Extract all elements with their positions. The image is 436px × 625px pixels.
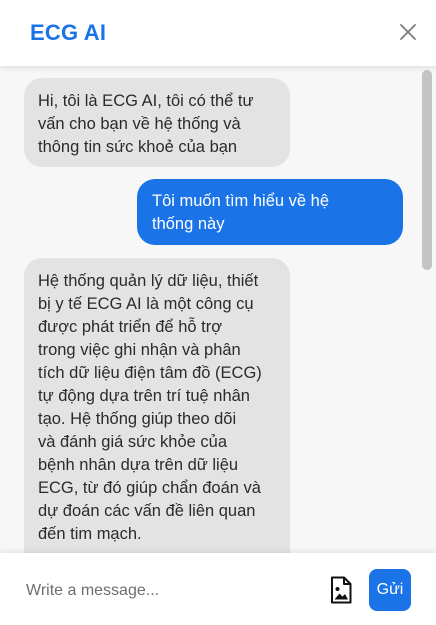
- message-line: thông tin sức khoẻ của bạn: [38, 138, 238, 156]
- message-list[interactable]: Hi, tôi là ECG AI, tôi có thể tư vấn cho…: [0, 66, 436, 553]
- message-line: Hệ thống quản lý dữ liệu, thiết: [38, 272, 259, 290]
- message-line: Hi, tôi là ECG AI, tôi có thể tư: [38, 92, 254, 110]
- message-line: ECG, từ đó giúp chẩn đoán và: [38, 479, 261, 497]
- message-input[interactable]: [24, 573, 308, 609]
- chat-title: ECG AI: [30, 20, 107, 45]
- message-line: vấn cho bạn về hệ thống và: [38, 115, 241, 133]
- close-icon[interactable]: [398, 22, 418, 42]
- message-line: tự động dựa trên trí tuệ nhân: [38, 387, 250, 405]
- message-line: tích dữ liệu điện tâm đồ (ECG): [38, 364, 262, 382]
- message-line: dự đoán các vấn đề liên quan: [38, 502, 256, 520]
- composer: Gửi: [0, 553, 436, 625]
- image-file-icon[interactable]: [329, 576, 353, 604]
- send-button[interactable]: Gửi: [369, 569, 411, 611]
- message-line: thống này: [152, 215, 225, 233]
- scrollbar-thumb[interactable]: [422, 70, 432, 270]
- message-line: được phát triển để hỗ trợ: [38, 318, 223, 336]
- message-line: và đánh giá sức khỏe của: [38, 433, 228, 451]
- message-line: trong việc ghi nhận và phân: [38, 341, 241, 359]
- message-line: bị y tế ECG AI là một công cụ: [38, 295, 254, 313]
- message-line: tạo. Hệ thống giúp theo dõi: [38, 410, 237, 428]
- bot-message: Hi, tôi là ECG AI, tôi có thể tư vấn cho…: [24, 78, 290, 167]
- message-line: Tôi muốn tìm hiểu về hệ: [152, 192, 330, 210]
- chat-header: ECG AI: [0, 0, 436, 66]
- chat-window: ECG AI Hi, tôi là ECG AI, tôi có thể tư …: [0, 0, 436, 625]
- user-message: Tôi muốn tìm hiểu về hệ thống này: [137, 179, 403, 245]
- message-line: bệnh nhân dựa trên dữ liệu: [38, 456, 239, 474]
- message-line: đến tim mạch.: [38, 525, 142, 543]
- bot-message: Hệ thống quản lý dữ liệu, thiết bị y tế …: [24, 258, 290, 553]
